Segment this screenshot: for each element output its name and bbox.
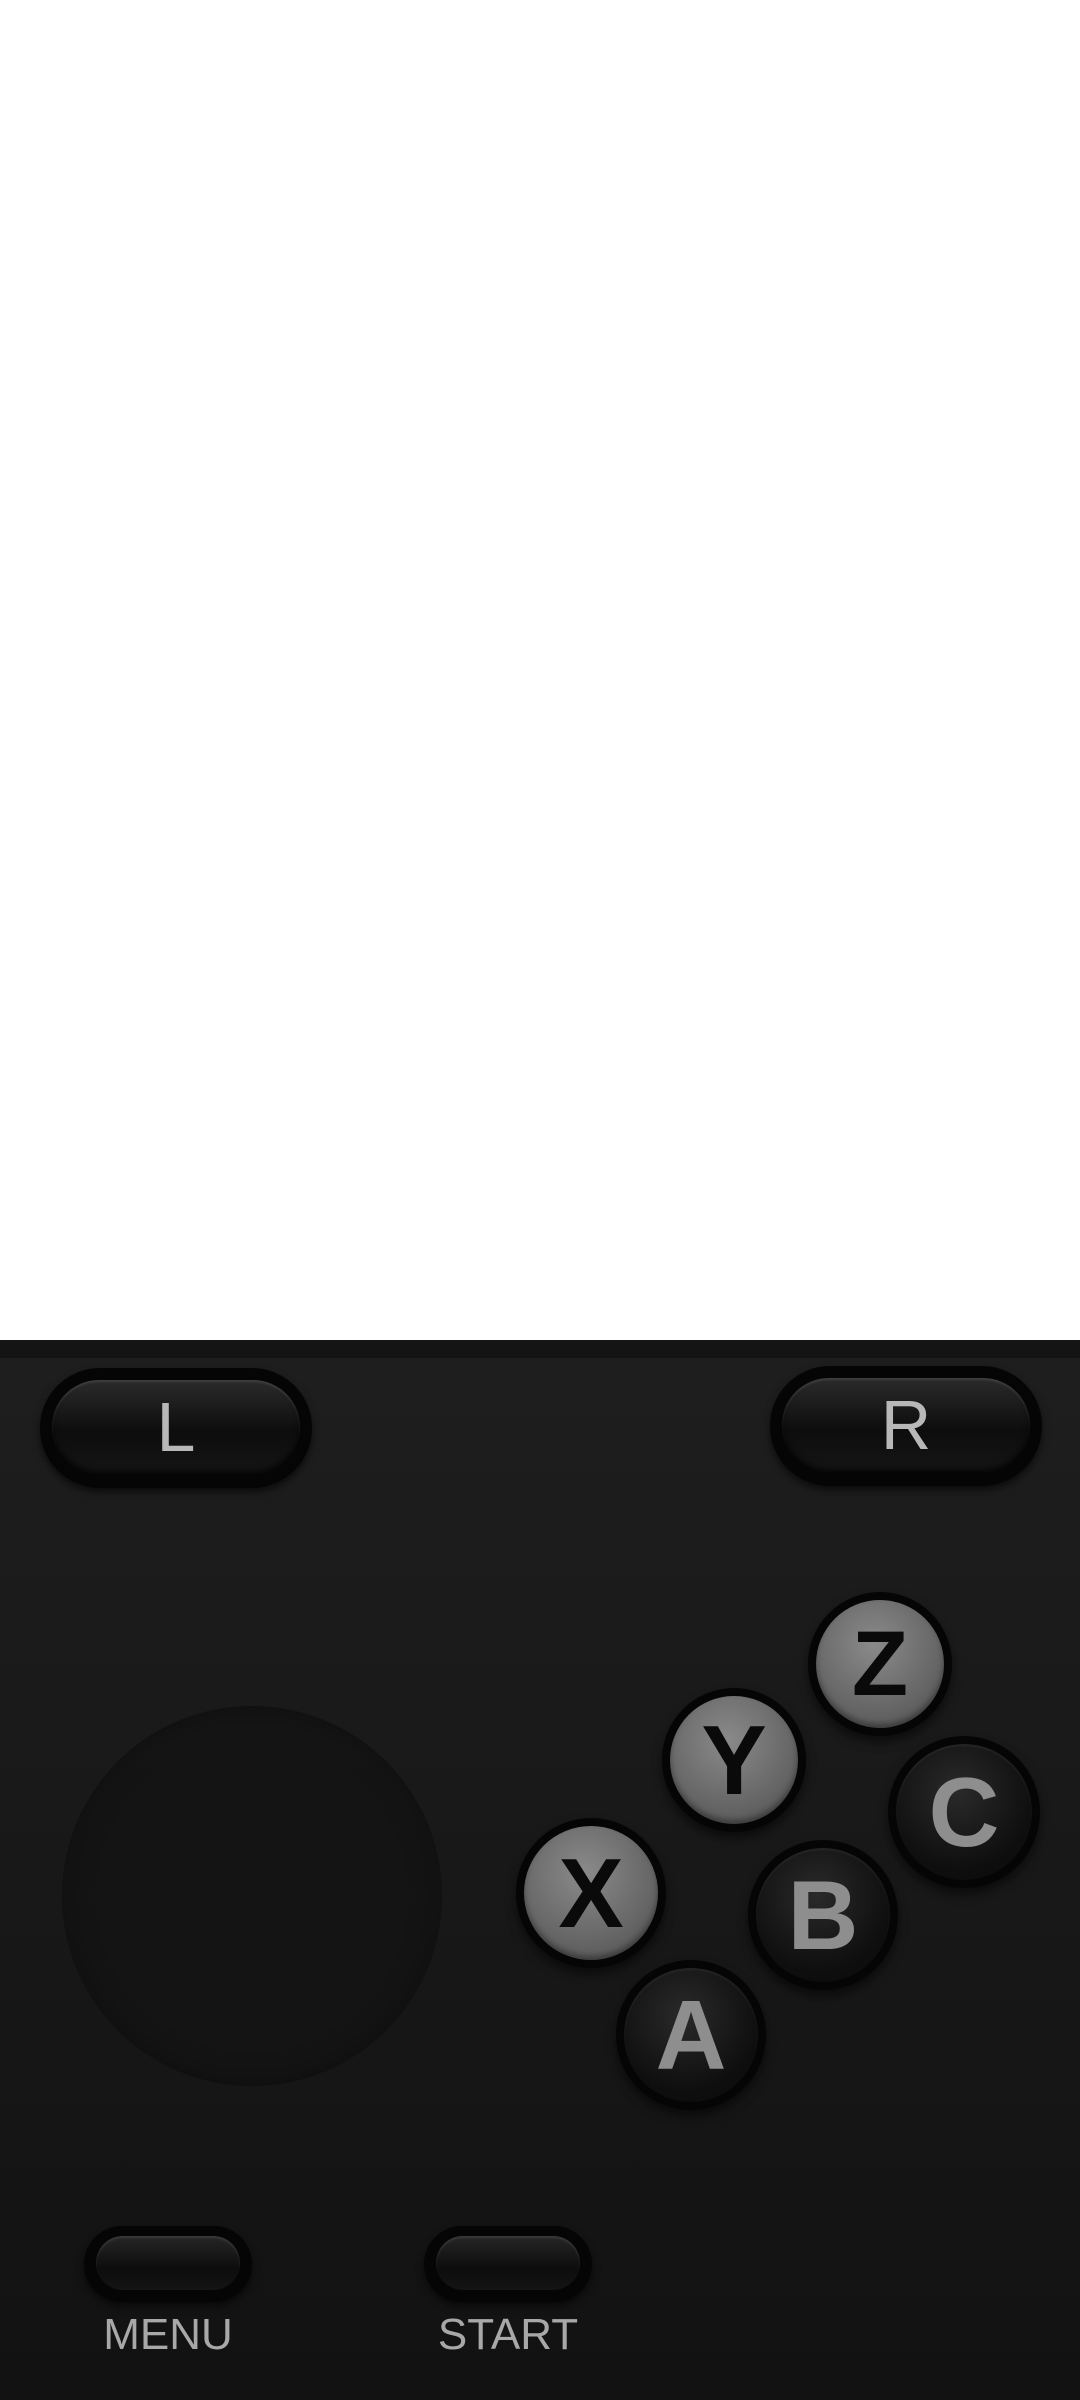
menu-button[interactable]: [84, 2226, 252, 2302]
button-c-label: C: [896, 1744, 1032, 1880]
start-button[interactable]: [424, 2226, 592, 2302]
button-y[interactable]: Y: [662, 1688, 806, 1832]
button-b[interactable]: B: [748, 1840, 898, 1990]
joystick-area[interactable]: [62, 1706, 442, 2086]
start-label: START: [437, 2310, 579, 2359]
button-b-label: B: [756, 1848, 890, 1982]
shoulder-r-label: R: [782, 1378, 1030, 1472]
button-a-label: A: [624, 1968, 758, 2102]
button-z[interactable]: Z: [808, 1592, 952, 1736]
shoulder-l-label: L: [52, 1380, 300, 1474]
menu-button-cap: [96, 2236, 240, 2290]
button-x[interactable]: X: [516, 1818, 666, 1968]
button-c[interactable]: C: [888, 1736, 1040, 1888]
shoulder-button-l[interactable]: L: [40, 1368, 312, 1488]
start-button-cap: [436, 2236, 580, 2290]
button-a[interactable]: A: [616, 1960, 766, 2110]
shoulder-button-r[interactable]: R: [770, 1366, 1042, 1486]
button-z-label: Z: [816, 1600, 944, 1728]
button-x-label: X: [524, 1826, 658, 1960]
game-screen: [0, 0, 1080, 1340]
menu-label: MENU: [103, 2310, 233, 2359]
button-y-label: Y: [670, 1696, 798, 1824]
